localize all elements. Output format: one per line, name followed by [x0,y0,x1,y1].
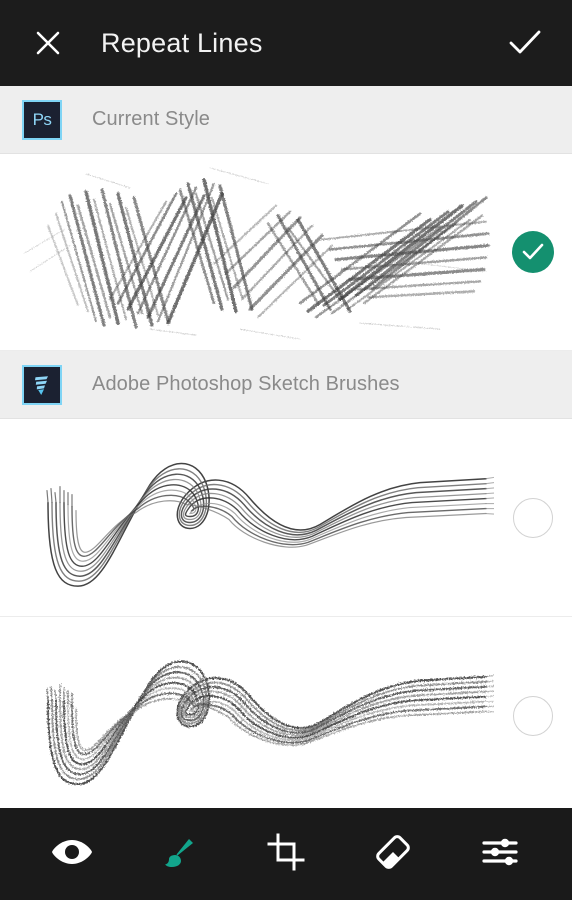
photoshop-sketch-app-icon [22,364,62,405]
section-header-sketch-brushes: Adobe Photoshop Sketch Brushes [0,351,572,419]
section-label-sketch-brushes: Adobe Photoshop Sketch Brushes [92,373,400,395]
brush-row-sketch-smooth[interactable] [0,419,572,617]
bottom-toolbar [0,808,572,900]
photoshop-app-icon: Ps [22,99,62,140]
brush-icon [159,832,199,877]
header-bar: Repeat Lines [0,0,572,86]
confirm-check-icon[interactable] [502,20,548,66]
brush-picker-screen: Repeat Lines Ps Current Style Adobe Phot… [0,0,572,900]
close-x-icon[interactable] [28,23,68,63]
photoshop-app-icon-label: Ps [32,109,52,129]
current-style-brush-preview [0,154,494,350]
radio-unselected [513,695,553,736]
view-tool[interactable] [40,822,104,886]
crop-tool[interactable] [254,822,318,886]
sliders-icon [481,837,519,872]
brush-tool[interactable] [147,822,211,886]
adjustments-tool[interactable] [468,822,532,886]
section-header-current-style: Ps Current Style [0,86,572,154]
eraser-tool[interactable] [361,822,425,886]
brush-list: Ps Current Style Adobe Photoshop Sketch … [0,86,572,808]
section-label-current-style: Current Style [92,108,211,130]
sketch-brush-preview-smooth [0,419,494,616]
crop-icon [267,833,305,876]
page-title: Repeat Lines [101,27,263,58]
sketch-brush-preview-textured [0,617,494,808]
radio-unselected [513,497,553,538]
brush-select-sketch-textured[interactable] [494,695,572,736]
eye-icon [50,837,94,872]
brush-row-sketch-textured[interactable] [0,617,572,808]
brush-select-current-style[interactable] [494,231,572,273]
eraser-icon [373,833,413,876]
brush-select-sketch-smooth[interactable] [494,497,572,538]
selected-check-badge [512,231,554,273]
brush-row-current-style[interactable] [0,154,572,351]
